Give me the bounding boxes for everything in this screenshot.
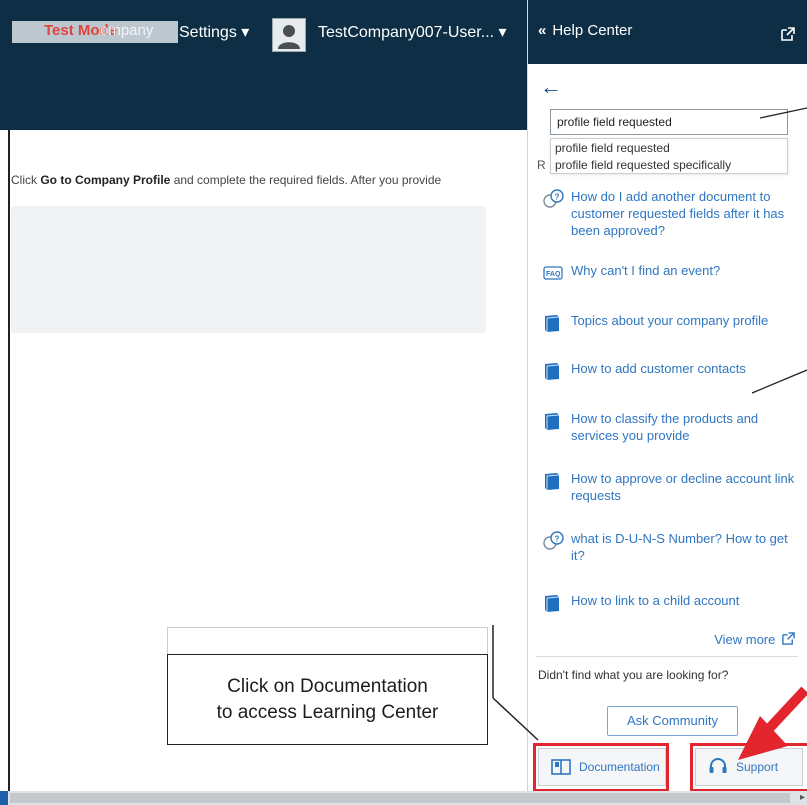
help-center-title: Help Center — [552, 22, 633, 39]
callout-line-2: to access Learning Center — [216, 701, 439, 723]
svg-text:?: ? — [555, 193, 560, 202]
help-topic-label: what is D-U-N-S Number? How to get it? — [571, 531, 788, 563]
svg-text:FAQ: FAQ — [546, 271, 561, 278]
tutorial-callout: Click on Documentation to access Learnin… — [167, 654, 488, 745]
help-topic[interactable]: How to add customer contacts — [542, 360, 804, 382]
search-suggestions: profile field requested profile field re… — [550, 138, 788, 174]
help-topic-label: Topics about your company profile — [571, 313, 769, 328]
help-topic-label: How to approve or decline account link r… — [571, 471, 795, 503]
content-panel — [11, 206, 486, 333]
svg-text:?: ? — [555, 535, 560, 544]
help-topic-label: How to add customer contacts — [571, 361, 746, 376]
scrollbar-edge — [0, 791, 8, 805]
external-link-icon — [782, 632, 795, 645]
help-center-header: « Help Center — [528, 0, 807, 64]
help-topic[interactable]: How to classify the products and service… — [542, 410, 804, 444]
book-icon — [545, 595, 560, 612]
support-highlight-frame — [690, 743, 807, 792]
help-center-panel: « Help Center ← R profile field requested… — [527, 0, 807, 805]
double-chevron-left-icon: « — [538, 22, 547, 39]
help-topic[interactable]: FAQ Why can't I find an event? — [542, 262, 804, 284]
user-menu[interactable]: TestCompany007-User... ▾ — [318, 22, 507, 42]
external-link-icon[interactable] — [781, 27, 795, 41]
help-topic-label: How do I add another document to custome… — [571, 189, 785, 238]
horizontal-scrollbar[interactable]: ▸ — [0, 791, 807, 805]
book-icon — [545, 413, 560, 430]
book-icon — [545, 363, 560, 380]
company-ghost-text: ompany — [100, 22, 154, 39]
suggestion-item[interactable]: profile field requested specifically — [551, 156, 787, 173]
back-arrow-icon[interactable]: ← — [540, 74, 562, 100]
user-icon — [273, 19, 305, 51]
scrollbar-thumb[interactable] — [10, 793, 790, 803]
instruction-text: Click Go to Company Profile and complete… — [11, 173, 441, 187]
avatar[interactable] — [272, 18, 306, 52]
settings-menu[interactable]: Settings ▾ — [179, 22, 249, 42]
question-bubble-icon: ? — [543, 531, 564, 550]
question-bubble-icon: ? — [543, 189, 564, 208]
view-more-label: View more — [714, 632, 776, 647]
go-to-company-profile-link[interactable]: Go to Company Profile — [40, 173, 170, 187]
content-border — [8, 130, 10, 795]
help-topic-label: Why can't I find an event? — [571, 263, 721, 278]
scroll-right-icon[interactable]: ▸ — [800, 792, 805, 803]
help-search-input[interactable] — [550, 109, 788, 135]
callout-line-1: Click on Documentation — [227, 675, 428, 697]
book-icon — [545, 473, 560, 490]
results-heading: R — [537, 158, 546, 172]
help-topic[interactable]: Topics about your company profile — [542, 312, 804, 334]
callout-stub — [167, 627, 488, 655]
faq-icon: FAQ — [543, 266, 563, 280]
didnt-find-text: Didn't find what you are looking for? — [538, 668, 729, 682]
collapse-help-center[interactable]: « Help Center — [538, 22, 632, 39]
divider — [536, 656, 798, 657]
help-topic-label: How to classify the products and service… — [571, 411, 759, 443]
help-topic[interactable]: ? what is D-U-N-S Number? How to get it? — [542, 530, 804, 564]
instruction-prefix: Click — [11, 173, 41, 187]
help-topic[interactable]: How to approve or decline account link r… — [542, 470, 804, 504]
ask-community-button[interactable]: Ask Community — [607, 706, 738, 736]
help-topic-label: How to link to a child account — [571, 593, 740, 608]
top-navigation-bar: Test Mode ompany Settings ▾ TestCompany0… — [0, 0, 527, 130]
book-icon — [545, 315, 560, 332]
help-topic[interactable]: How to link to a child account — [542, 592, 804, 614]
documentation-highlight-frame — [533, 743, 669, 792]
view-more-link[interactable]: View more — [714, 632, 795, 647]
suggestion-item[interactable]: profile field requested — [551, 139, 787, 156]
help-topic[interactable]: ? How do I add another document to custo… — [542, 188, 804, 239]
instruction-suffix: and complete the required fields. After … — [170, 173, 442, 187]
